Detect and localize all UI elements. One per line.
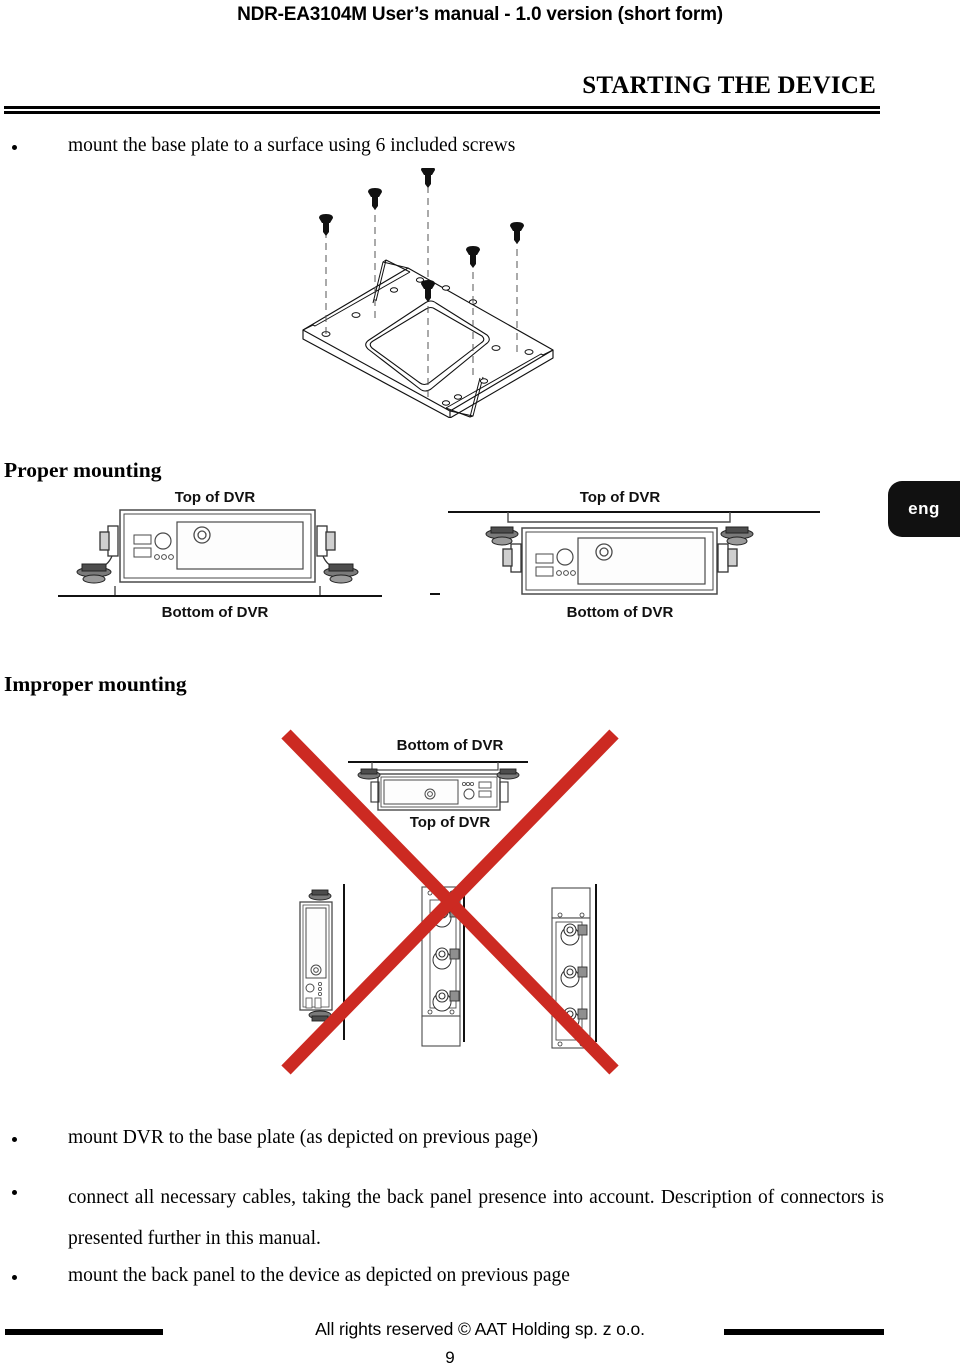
label-bottom-of-dvr-right: Bottom of DVR: [567, 604, 674, 621]
list-item-label: mount DVR to the base plate (as depicted…: [68, 1127, 539, 1148]
figure-improper-mounting: Bottom of DVR Top of DVR: [270, 722, 630, 1082]
proper-mounting-heading: Proper mounting: [4, 458, 162, 482]
list-item: connect all necessary cables, taking the…: [12, 1178, 884, 1260]
improper-mounting-heading: Improper mounting: [4, 672, 187, 696]
page-number: 9: [445, 1348, 455, 1367]
label-bottom-of-dvr-top: Bottom of DVR: [397, 737, 504, 754]
list-item: mount DVR to the base plate (as depicted…: [12, 1127, 712, 1148]
list-item: mount the base plate to a surface using …: [12, 135, 712, 156]
document-page: NDR-EA3104M User’s manual - 1.0 version …: [0, 0, 960, 1371]
running-header: NDR-EA3104M User’s manual - 1.0 version …: [237, 4, 723, 25]
label-top-of-dvr-right: Top of DVR: [580, 489, 661, 506]
figure-proper-mounting: Top of DVR Bottom of DVR Top of DVR Bott…: [30, 486, 820, 638]
bullet-marker: [12, 1275, 17, 1281]
language-tab-eng[interactable]: eng: [888, 481, 960, 537]
label-bottom-of-dvr-left: Bottom of DVR: [162, 604, 269, 621]
improper-mounting-diagram: Bottom of DVR Top of DVR: [281, 729, 619, 1075]
footer-copyright: All rights reserved © AAT Holding sp. z …: [315, 1319, 645, 1339]
bullet-marker: [12, 1137, 17, 1143]
bullet-marker: [12, 1190, 17, 1196]
proper-mounting-diagram: Top of DVR Bottom of DVR Top of DVR Bott…: [58, 489, 820, 621]
figure-base-plate-mounting: [268, 168, 588, 418]
bullet-marker: [12, 145, 17, 151]
list-item: mount the back panel to the device as de…: [12, 1265, 712, 1286]
language-tab-label: eng: [908, 499, 940, 518]
list-item-label: mount the base plate to a surface using …: [68, 135, 516, 156]
title-divider: [4, 106, 880, 114]
label-top-of-dvr-bottom: Top of DVR: [410, 814, 491, 831]
page-title: STARTING THE DEVICE: [582, 72, 876, 99]
list-item-label: connect all necessary cables, taking the…: [68, 1187, 884, 1249]
label-top-of-dvr-left: Top of DVR: [175, 489, 256, 506]
list-item-label: mount the back panel to the device as de…: [68, 1265, 570, 1286]
base-plate-diagram: [302, 168, 554, 418]
